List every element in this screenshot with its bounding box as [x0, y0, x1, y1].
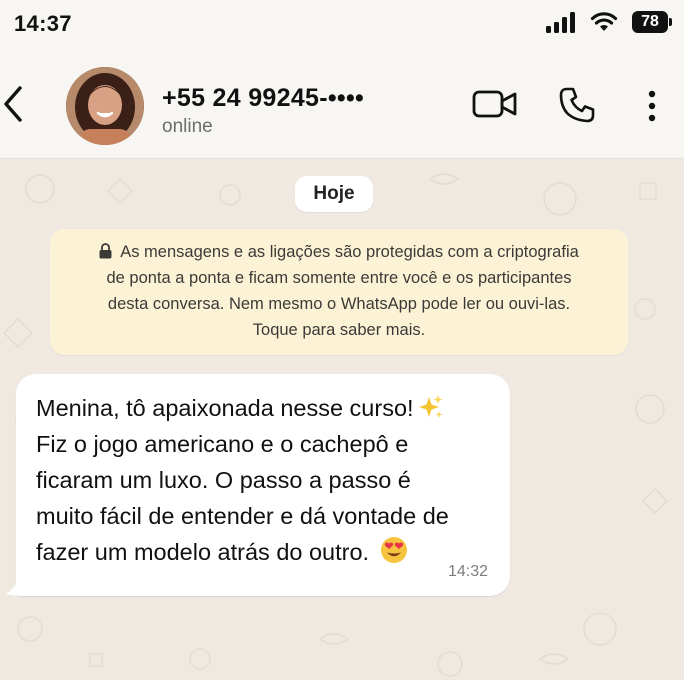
message-line: muito fácil de entender e dá vontade de: [36, 503, 449, 529]
signal-icon: [546, 12, 575, 33]
avatar-portrait: [66, 67, 144, 145]
battery-level: 78: [641, 13, 659, 30]
encryption-notice-line: de ponta a ponta e ficam somente entre v…: [106, 269, 572, 287]
day-separator-chip: Hoje: [295, 176, 373, 212]
heart-eyes-emoji: [380, 537, 407, 563]
encryption-notice-line: As mensagens e as ligações são protegida…: [50, 239, 628, 265]
sparkles-emoji: [418, 395, 443, 418]
chat-header: +55 24 99245-•••• online: [0, 50, 684, 159]
wifi-icon: [590, 12, 618, 31]
message-timestamp: 14:32: [448, 563, 489, 580]
status-icons: 78: [546, 11, 672, 33]
message-line: Fiz o jogo americano e o cachepô e: [36, 431, 409, 457]
lock-icon: [99, 243, 112, 259]
back-chevron-icon[interactable]: [0, 82, 30, 126]
message-text: Menina, tô apaixonada nesse curso! Fiz o…: [36, 390, 496, 570]
message-line: ficaram um luxo. O passo a passo é: [36, 467, 411, 493]
message-line: Menina, tô apaixonada nesse curso!: [36, 390, 496, 426]
battery-icon: 78: [632, 11, 672, 33]
encryption-notice[interactable]: As mensagens e as ligações são protegida…: [50, 229, 628, 355]
video-call-icon[interactable]: [472, 88, 518, 120]
more-vertical-icon[interactable]: [645, 90, 659, 122]
avatar[interactable]: [66, 67, 144, 145]
contact-status: online: [162, 116, 213, 137]
status-time: 14:37: [14, 11, 72, 36]
message-line: fazer um modelo atrás do outro.: [36, 534, 496, 570]
phone-call-icon[interactable]: [558, 86, 596, 124]
encryption-notice-learn-more[interactable]: Toque para saber mais.: [50, 317, 628, 343]
status-bar: 14:37 78: [0, 0, 684, 50]
encryption-notice-line: desta conversa. Nem mesmo o WhatsApp pod…: [107, 295, 571, 313]
contact-name[interactable]: +55 24 99245-••••: [162, 84, 364, 113]
